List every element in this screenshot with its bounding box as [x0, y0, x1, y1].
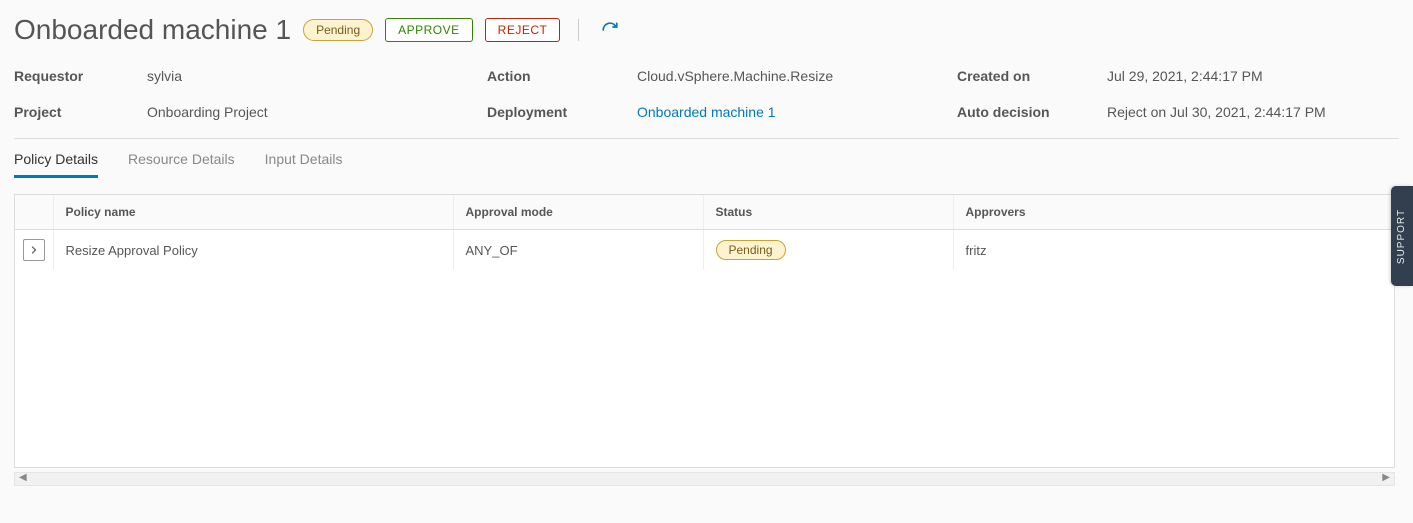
cell-approvers: fritz — [953, 230, 1394, 271]
tab-resource-details[interactable]: Resource Details — [128, 147, 235, 178]
deployment-label: Deployment — [487, 104, 637, 120]
tab-policy-details[interactable]: Policy Details — [14, 147, 98, 178]
reject-button[interactable]: REJECT — [485, 18, 561, 42]
project-label: Project — [14, 104, 147, 120]
tabs: Policy Details Resource Details Input De… — [14, 147, 1399, 178]
expand-row-button[interactable] — [23, 239, 45, 261]
tab-input-details[interactable]: Input Details — [265, 147, 343, 178]
auto-decision-label: Auto decision — [957, 104, 1107, 120]
created-value: Jul 29, 2021, 2:44:17 PM — [1107, 68, 1399, 84]
horizontal-scrollbar[interactable] — [14, 472, 1395, 486]
action-label: Action — [487, 68, 637, 84]
column-approval-mode[interactable]: Approval mode — [453, 195, 703, 230]
approve-button[interactable]: APPROVE — [385, 18, 473, 42]
divider — [578, 19, 579, 41]
divider — [14, 138, 1399, 139]
created-label: Created on — [957, 68, 1107, 84]
refresh-button[interactable] — [597, 17, 623, 43]
status-badge: Pending — [303, 19, 373, 41]
chevron-right-icon — [28, 244, 40, 256]
requestor-value: sylvia — [147, 68, 487, 84]
page-title: Onboarded machine 1 — [14, 14, 291, 46]
status-badge: Pending — [716, 240, 786, 260]
action-value: Cloud.vSphere.Machine.Resize — [637, 68, 957, 84]
column-approvers[interactable]: Approvers — [953, 195, 1394, 230]
deployment-link[interactable]: Onboarded machine 1 — [637, 104, 957, 120]
column-policy-name[interactable]: Policy name — [53, 195, 453, 230]
cell-approval-mode: ANY_OF — [453, 230, 703, 271]
auto-decision-value: Reject on Jul 30, 2021, 2:44:17 PM — [1107, 104, 1399, 120]
requestor-label: Requestor — [14, 68, 147, 84]
cell-policy-name: Resize Approval Policy — [53, 230, 453, 271]
table-row[interactable]: Resize Approval Policy ANY_OF Pending fr… — [15, 230, 1394, 271]
support-tab[interactable]: SUPPORT — [1391, 186, 1413, 286]
refresh-icon — [601, 21, 619, 39]
project-value: Onboarding Project — [147, 104, 487, 120]
policy-table: Policy name Approval mode Status Approve… — [14, 194, 1395, 468]
support-label: SUPPORT — [1397, 208, 1408, 263]
column-expand — [15, 195, 53, 230]
cell-status: Pending — [703, 230, 953, 271]
column-status[interactable]: Status — [703, 195, 953, 230]
